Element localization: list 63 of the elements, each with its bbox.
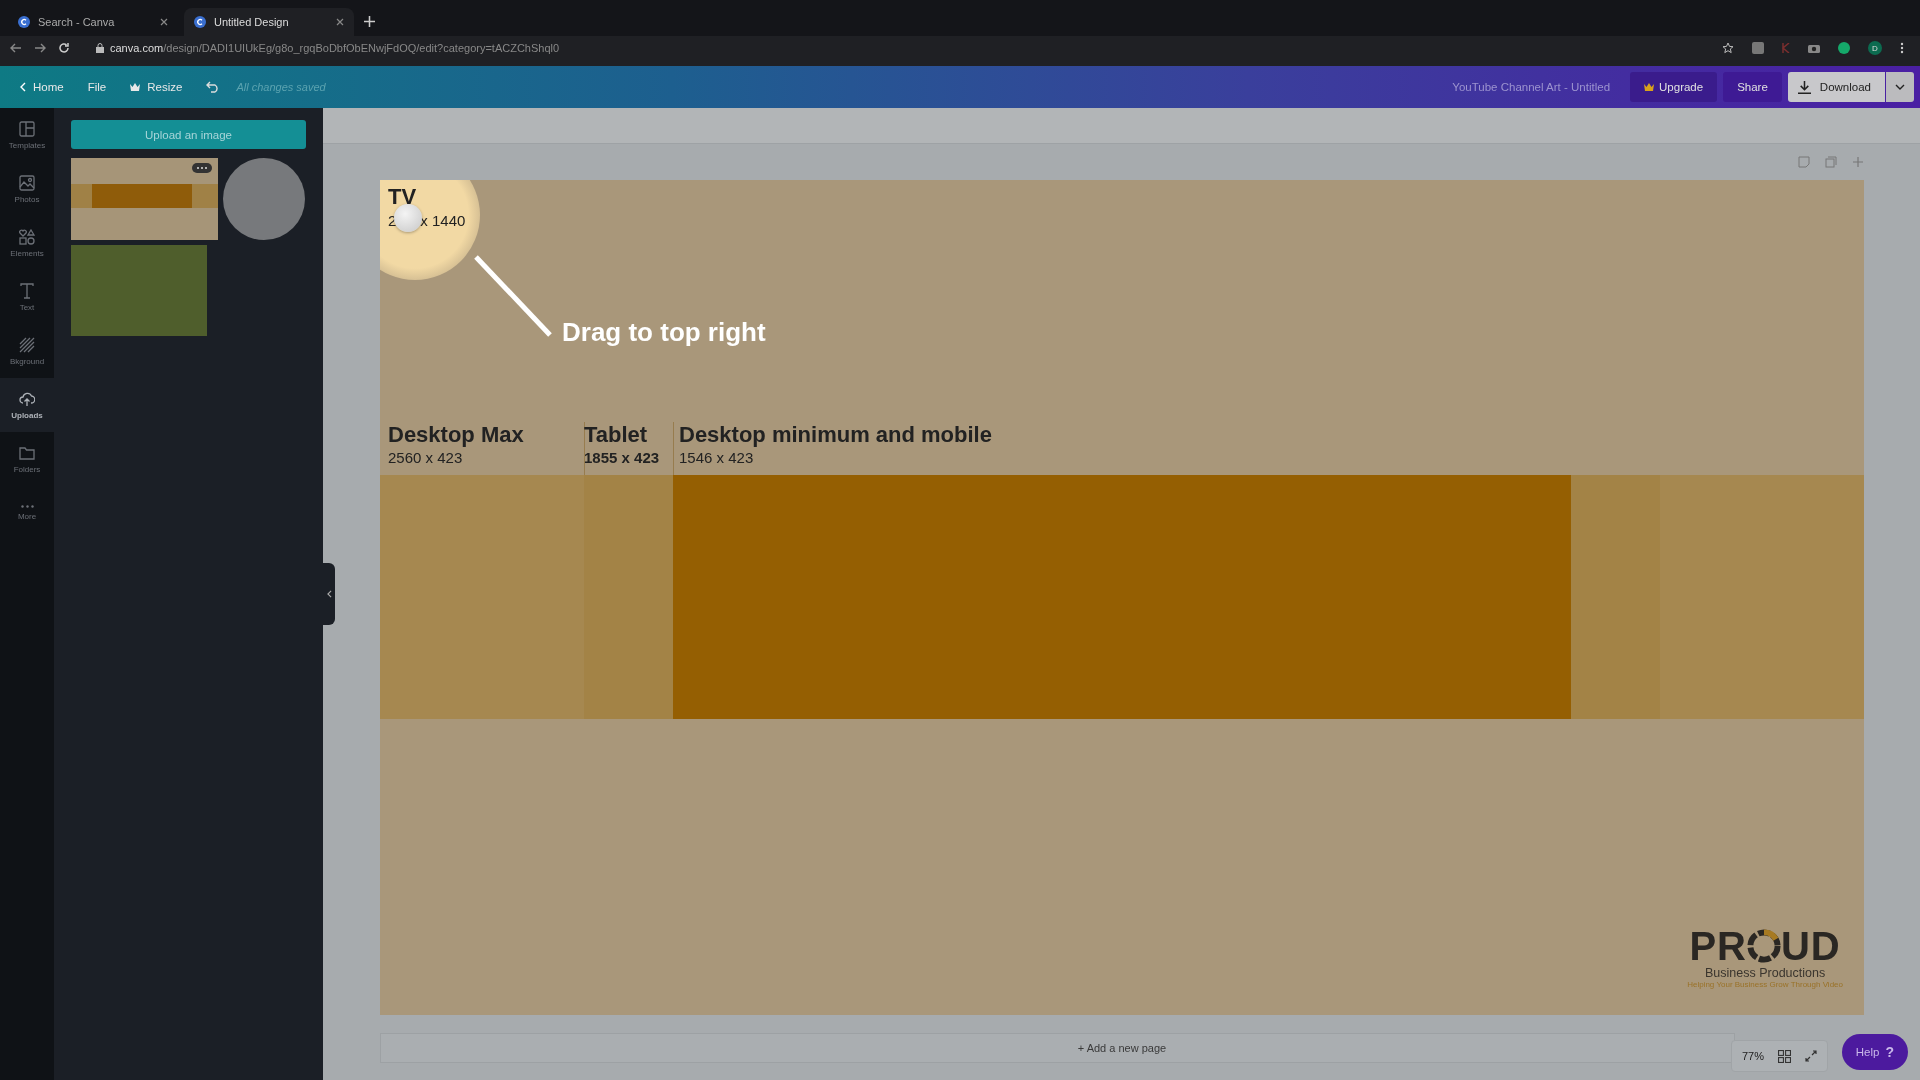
download-icon	[1797, 80, 1811, 94]
expand-icon[interactable]	[1805, 1050, 1817, 1062]
section-title: Desktop minimum and mobile	[679, 422, 992, 448]
aperture-icon	[1747, 929, 1781, 963]
plus-icon[interactable]	[364, 16, 375, 27]
hatch-icon	[19, 336, 35, 353]
address-field[interactable]: canva.com/design/DADI1UIUkEg/g8o_rgqBoDbfObENwjFdOQ/edit?category=tACZChShql0	[110, 42, 1710, 54]
share-button[interactable]: Share	[1723, 72, 1782, 102]
document-title[interactable]: YouTube Channel Art - Untitled	[1452, 81, 1611, 93]
image-icon	[19, 174, 35, 191]
back-arrow-icon[interactable]	[10, 42, 22, 54]
text-icon	[19, 282, 35, 299]
chevron-left-icon	[20, 82, 26, 92]
more-icon[interactable]	[192, 163, 212, 173]
star-icon[interactable]	[1722, 42, 1734, 54]
design-thumbnail[interactable]	[71, 158, 218, 240]
logo-text: UD	[1781, 926, 1841, 966]
lock-icon	[96, 43, 104, 53]
crown-icon	[130, 83, 141, 91]
save-status: All changes saved	[236, 81, 326, 93]
menu-icon[interactable]	[1900, 42, 1904, 54]
folder-icon	[19, 444, 35, 461]
logo-icon	[194, 16, 206, 28]
more-icon	[20, 505, 34, 508]
close-icon[interactable]	[160, 18, 168, 26]
annotation-text: Drag to top right	[562, 317, 766, 348]
cloud-upload-icon	[19, 390, 35, 407]
add-page-button[interactable]: + Add a new page	[380, 1033, 1735, 1063]
upgrade-button[interactable]: Upgrade	[1630, 72, 1718, 102]
toolbar-menu-item[interactable]: File	[75, 75, 119, 99]
section-size: 1855 x 423	[584, 449, 661, 466]
download-button[interactable]: Download	[1787, 72, 1885, 102]
upload-button[interactable]: Upload an image	[71, 120, 306, 149]
collapse-handle[interactable]	[323, 563, 335, 625]
logo-icon	[18, 16, 30, 28]
zoom-level[interactable]: 77%	[1741, 1050, 1764, 1062]
section-size: 1546 x 423	[679, 449, 755, 466]
sidebar-item[interactable]: Uploads	[0, 378, 54, 432]
logo-subtitle: Business Productions	[1705, 966, 1826, 980]
reload-icon[interactable]	[58, 42, 70, 54]
toolbar-menu-item[interactable]: Resize	[118, 75, 195, 99]
chevron-down-icon	[1895, 84, 1905, 90]
section-title: Tablet	[584, 422, 649, 448]
toolbar-menu-item[interactable]: Home	[8, 75, 76, 99]
close-icon[interactable]	[336, 18, 344, 26]
browser-tab[interactable]: Untitled Design	[184, 8, 354, 36]
section-size: x 1440	[420, 212, 466, 229]
section-size: 2	[388, 212, 397, 229]
browser-tab[interactable]: Search - Canva	[8, 8, 178, 36]
camera-icon[interactable]	[1808, 43, 1820, 53]
undo-icon[interactable]	[206, 81, 221, 93]
profile-avatar[interactable]: D	[1868, 41, 1882, 55]
cursor-icon	[394, 204, 422, 232]
section-title: TV	[388, 184, 418, 210]
shapes-icon	[19, 228, 35, 245]
dropdown-button[interactable]	[1886, 72, 1914, 102]
grid-icon[interactable]	[1778, 1049, 1791, 1063]
crown-icon	[1644, 83, 1655, 91]
layout-icon	[19, 120, 35, 137]
logo-text: PR	[1689, 926, 1747, 966]
forward-arrow-icon[interactable]	[34, 42, 46, 54]
help-button[interactable]: Help ?	[1841, 1034, 1908, 1070]
logo-tagline: Helping Your Business Grow Through Video	[1687, 980, 1843, 989]
